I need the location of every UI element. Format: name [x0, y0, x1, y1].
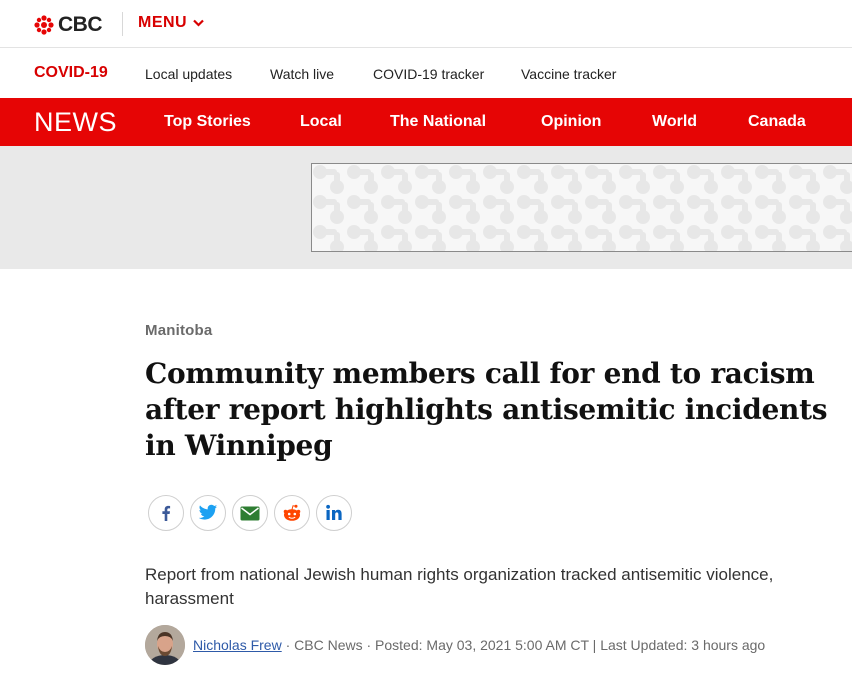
- article-deck: Report from national Jewish human rights…: [145, 565, 774, 608]
- menu-label: MENU: [138, 14, 188, 31]
- email-icon: [240, 506, 260, 520]
- news-link-canada[interactable]: Canada: [748, 113, 806, 131]
- covid-link-local-updates[interactable]: Local updates: [145, 66, 232, 82]
- author-photo: [145, 625, 185, 665]
- ad-banner[interactable]: [311, 163, 852, 252]
- news-link-world[interactable]: World: [652, 113, 697, 131]
- news-link-local[interactable]: Local: [300, 113, 342, 131]
- covid-link-watch-live[interactable]: Watch live: [270, 66, 334, 82]
- share-linkedin-button[interactable]: [316, 495, 352, 531]
- ad-pattern: [312, 164, 852, 251]
- share-facebook-button[interactable]: [148, 495, 184, 531]
- logo-text: CBC: [58, 13, 103, 36]
- header-divider: [122, 12, 123, 36]
- author-avatar[interactable]: [145, 625, 185, 665]
- byline-text: Nicholas Frew · CBC News · Posted: May 0…: [193, 637, 765, 653]
- byline-details: · CBC News · Posted: May 03, 2021 5:00 A…: [281, 637, 766, 653]
- news-nav: NEWS Top Stories Local The National Opin…: [0, 98, 852, 146]
- share-bar: [148, 495, 352, 531]
- byline: Nicholas Frew · CBC News · Posted: May 0…: [145, 625, 765, 665]
- news-link-the-national[interactable]: The National: [390, 113, 486, 131]
- share-email-button[interactable]: [232, 495, 268, 531]
- covid-label[interactable]: COVID-19: [34, 64, 108, 82]
- twitter-icon: [198, 504, 218, 520]
- covid-link-vaccine-tracker[interactable]: Vaccine tracker: [521, 66, 616, 82]
- cbc-logo[interactable]: CBC: [34, 13, 103, 37]
- author-link[interactable]: Nicholas Frew: [193, 637, 282, 653]
- facebook-icon: [162, 505, 171, 521]
- covid-nav: COVID-19 Local updates Watch live COVID-…: [0, 49, 852, 98]
- cbc-gem-icon: [34, 15, 54, 35]
- ad-area: [0, 146, 852, 269]
- menu-button[interactable]: MENU: [138, 14, 204, 32]
- article-headline: Community members call for end to racism…: [145, 357, 828, 462]
- top-header: CBC MENU: [0, 0, 852, 48]
- article-category[interactable]: Manitoba: [145, 322, 212, 339]
- news-link-opinion[interactable]: Opinion: [541, 113, 601, 131]
- share-reddit-button[interactable]: [274, 495, 310, 531]
- linkedin-icon: [326, 504, 342, 520]
- covid-link-tracker[interactable]: COVID-19 tracker: [373, 66, 484, 82]
- news-section-label[interactable]: NEWS: [34, 107, 117, 138]
- news-link-top-stories[interactable]: Top Stories: [164, 113, 251, 131]
- chevron-down-icon: [193, 19, 204, 27]
- reddit-icon: [283, 504, 301, 521]
- share-twitter-button[interactable]: [190, 495, 226, 531]
